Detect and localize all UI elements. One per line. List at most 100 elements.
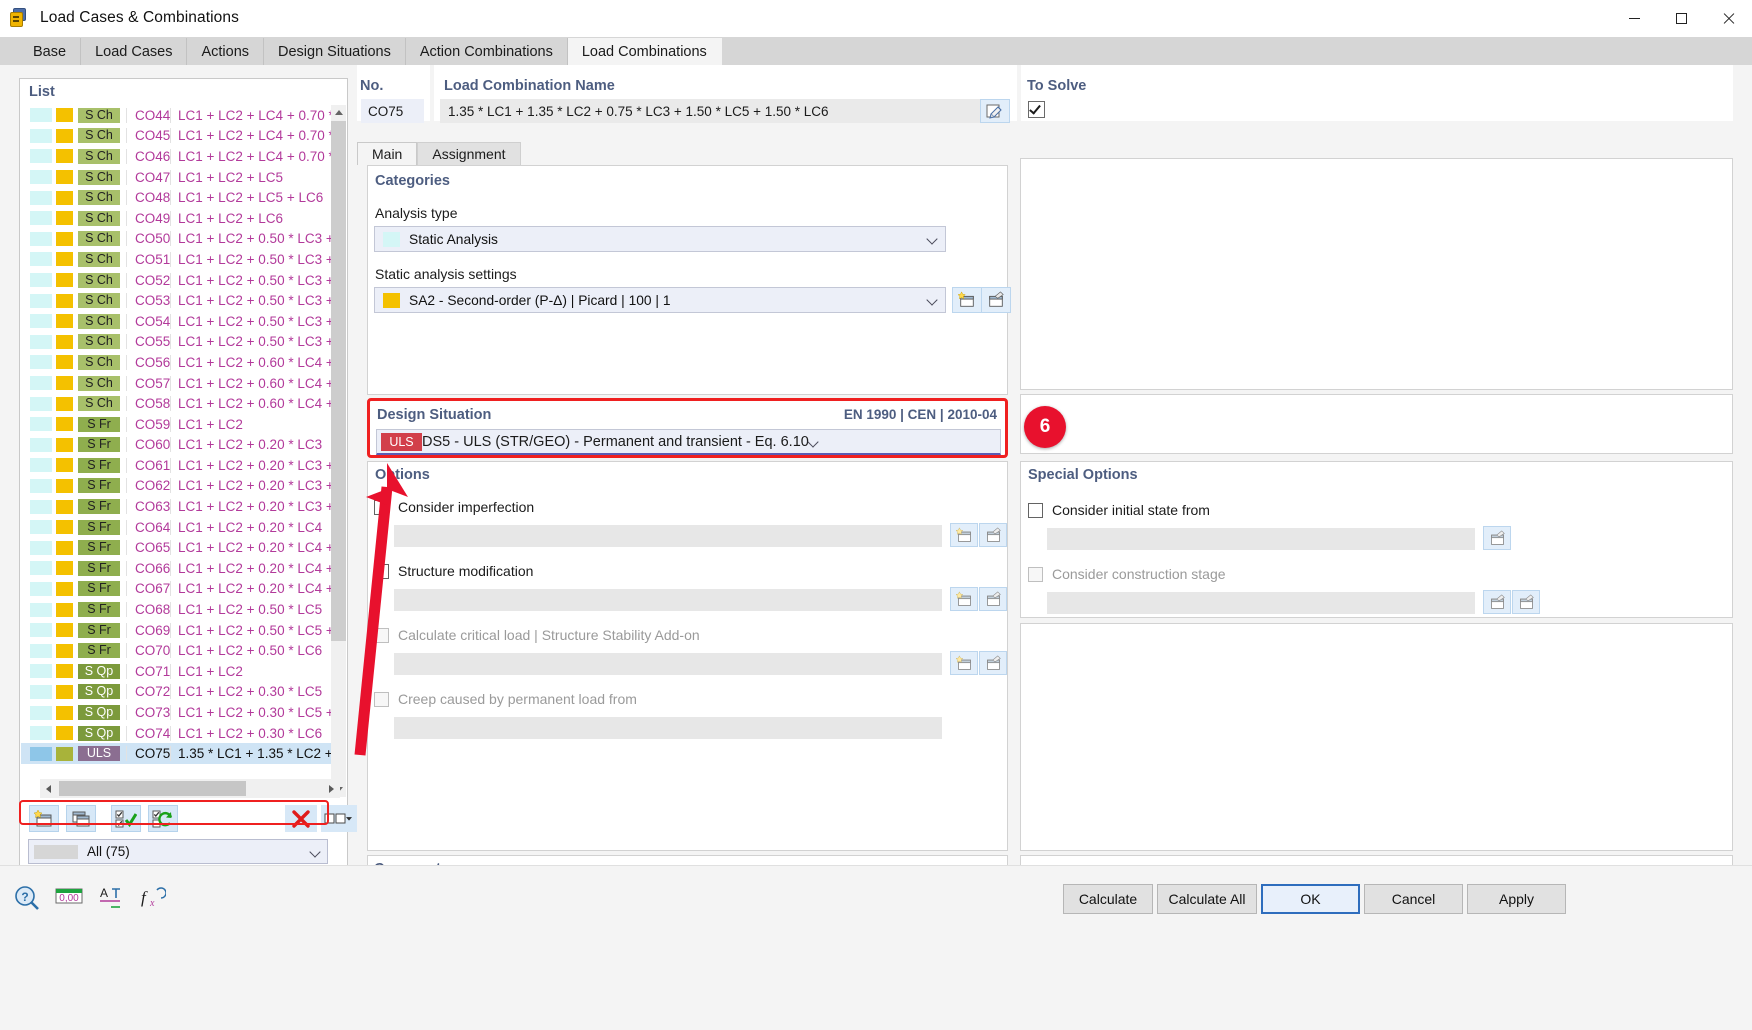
list-row-co73[interactable]: S Qp CO73LC1 + LC2 + 0.30 * LC5 + 0.30 * … — [21, 702, 332, 723]
special-option-browse-button[interactable] — [1512, 590, 1540, 614]
tab-actions[interactable]: Actions — [187, 38, 265, 65]
copy-combination-button[interactable] — [66, 805, 96, 832]
option-edit-button[interactable] — [979, 587, 1007, 611]
static-settings-dropdown[interactable]: SA2 - Second-order (P-Δ) | Picard | 100 … — [374, 287, 946, 313]
list-row-co61[interactable]: S Fr CO61LC1 + LC2 + 0.20 * LC3 + 0.30 * … — [21, 455, 332, 476]
list-row-co57[interactable]: S Ch CO57LC1 + LC2 + 0.60 * LC4 + LC5 + L… — [21, 373, 332, 394]
list-row-co64[interactable]: S Fr CO64 LC1 + LC2 + 0.20 * LC4 — [21, 517, 332, 538]
option-row-0[interactable]: Consider imperfection — [374, 499, 534, 515]
list-row-co69[interactable]: S Fr CO69LC1 + LC2 + 0.50 * LC5 + 0.50 * … — [21, 620, 332, 641]
list-row-co50[interactable]: S Ch CO50LC1 + LC2 + 0.50 * LC3 + LC5 — [21, 229, 332, 250]
list-row-co67[interactable]: S Fr CO67LC1 + LC2 + 0.20 * LC4 + 0.30 * … — [21, 579, 332, 600]
special-option-browse-button[interactable] — [1483, 526, 1511, 550]
new-combination-button[interactable] — [29, 805, 59, 832]
list-row-co54[interactable]: S Ch CO54LC1 + LC2 + 0.50 * LC3 + 0.60 * … — [21, 311, 332, 332]
view-mode-button[interactable] — [321, 805, 357, 832]
list-row-co52[interactable]: S Ch CO52LC1 + LC2 + 0.50 * LC3 + LC6 — [21, 270, 332, 291]
scroll-right-button[interactable] — [323, 779, 340, 798]
list-horizontal-scrollbar[interactable] — [40, 779, 340, 798]
units-icon[interactable]: 0,00 — [55, 883, 83, 911]
special-option-value-field[interactable] — [1047, 528, 1475, 550]
tab-design-situations[interactable]: Design Situations — [264, 38, 406, 65]
list-row-co58[interactable]: S Ch CO58LC1 + LC2 + 0.60 * LC4 + LC6 — [21, 393, 332, 414]
list-filter-dropdown[interactable]: All (75) — [28, 839, 328, 864]
footer-button-calculate-all[interactable]: Calculate All — [1157, 884, 1257, 914]
option-value-field[interactable] — [394, 717, 942, 739]
special-option-browse-button[interactable] — [1483, 590, 1511, 614]
footer-button-ok[interactable]: OK — [1261, 884, 1360, 914]
analysis-type-dropdown[interactable]: Static Analysis — [374, 226, 946, 252]
list-row-co49[interactable]: S Ch CO49 LC1 + LC2 + LC6 — [21, 208, 332, 229]
edit-static-settings-button[interactable] — [981, 287, 1011, 313]
load-combination-name-input[interactable]: 1.35 * LC1 + 1.35 * LC2 + 0.75 * LC3 + 1… — [440, 99, 983, 123]
option-edit-button[interactable] — [979, 523, 1007, 547]
new-static-settings-button[interactable] — [952, 287, 982, 313]
number-input[interactable]: CO75 — [361, 99, 424, 123]
list-row-co68[interactable]: S Fr CO68 LC1 + LC2 + 0.50 * LC5 — [21, 599, 332, 620]
option-new-button[interactable] — [950, 523, 978, 547]
tab-base[interactable]: Base — [19, 38, 82, 65]
maximize-button[interactable] — [1658, 0, 1705, 37]
tab-load-combinations[interactable]: Load Combinations — [567, 38, 722, 65]
list-row-co53[interactable]: S Ch CO53LC1 + LC2 + 0.50 * LC3 + 0.60 * … — [21, 290, 332, 311]
list-row-co66[interactable]: S Fr CO66LC1 + LC2 + 0.20 * LC4 + 0.30 * … — [21, 558, 332, 579]
special-option-row-1[interactable]: Consider construction stage — [1028, 566, 1226, 582]
tab-action-combinations[interactable]: Action Combinations — [405, 38, 568, 65]
formula-icon[interactable]: f x — [139, 883, 167, 911]
option-value-field[interactable] — [394, 653, 942, 675]
footer-button-calculate[interactable]: Calculate — [1063, 884, 1153, 914]
list-row-co62[interactable]: S Fr CO62LC1 + LC2 + 0.20 * LC3 + 0.30 * … — [21, 476, 332, 497]
option-row-2[interactable]: Calculate critical load | Structure Stab… — [374, 627, 700, 643]
footer-button-cancel[interactable]: Cancel — [1364, 884, 1463, 914]
footer-button-apply[interactable]: Apply — [1467, 884, 1566, 914]
delete-button[interactable] — [285, 805, 317, 832]
option-checkbox[interactable] — [374, 627, 389, 643]
vertical-scroll-thumb[interactable] — [331, 121, 346, 641]
help-icon[interactable]: ? — [13, 883, 41, 911]
option-new-button[interactable] — [950, 651, 978, 675]
list-row-co51[interactable]: S Ch CO51LC1 + LC2 + 0.50 * LC3 + LC5 + L… — [21, 249, 332, 270]
option-checkbox[interactable] — [374, 563, 389, 579]
list-row-co59[interactable]: S Fr CO59 LC1 + LC2 — [21, 414, 332, 435]
list-row-co56[interactable]: S Ch CO56LC1 + LC2 + 0.60 * LC4 + LC5 — [21, 352, 332, 373]
list-row-co47[interactable]: S Ch CO47 LC1 + LC2 + LC5 — [21, 167, 332, 188]
inner-tab-assignment[interactable]: Assignment — [417, 142, 521, 165]
list-row-co72[interactable]: S Qp CO72 LC1 + LC2 + 0.30 * LC5 — [21, 682, 332, 703]
list-row-co45[interactable]: S Ch CO45LC1 + LC2 + LC4 + 0.70 * LC5 + 0… — [21, 126, 332, 147]
option-checkbox[interactable] — [374, 499, 389, 515]
language-icon[interactable]: A — [97, 883, 125, 911]
invert-selection-button[interactable] — [148, 805, 178, 832]
list-row-co71[interactable]: S Qp CO71 LC1 + LC2 — [21, 661, 332, 682]
list-row-co74[interactable]: S Qp CO74 LC1 + LC2 + 0.30 * LC6 — [21, 723, 332, 744]
list-row-co46[interactable]: S Ch CO46LC1 + LC2 + LC4 + 0.70 * LC6 — [21, 146, 332, 167]
special-option-value-field[interactable] — [1047, 592, 1475, 614]
option-checkbox[interactable] — [374, 691, 389, 707]
special-option-row-0[interactable]: Consider initial state from — [1028, 502, 1210, 518]
list-row-co65[interactable]: S Fr CO65LC1 + LC2 + 0.20 * LC4 + 0.30 * … — [21, 537, 332, 558]
option-row-3[interactable]: Creep caused by permanent load from — [374, 691, 637, 707]
inner-tab-main[interactable]: Main — [357, 142, 418, 165]
option-value-field[interactable] — [394, 525, 942, 547]
list-row-co55[interactable]: S Ch CO55LC1 + LC2 + 0.50 * LC3 + 0.60 * … — [21, 332, 332, 353]
list-vertical-scrollbar[interactable] — [331, 105, 346, 797]
select-all-button[interactable] — [111, 805, 141, 832]
to-solve-checkbox[interactable] — [1028, 101, 1045, 118]
scroll-up-button[interactable] — [331, 105, 346, 120]
close-button[interactable] — [1705, 0, 1752, 37]
option-new-button[interactable] — [950, 587, 978, 611]
edit-name-button[interactable] — [980, 99, 1010, 123]
option-value-field[interactable] — [394, 589, 942, 611]
list-row-co48[interactable]: S Ch CO48 LC1 + LC2 + LC5 + LC6 — [21, 187, 332, 208]
horizontal-scroll-thumb[interactable] — [59, 781, 246, 796]
list-row-co44[interactable]: S Ch CO44LC1 + LC2 + LC4 + 0.70 * LC5 — [21, 105, 332, 126]
list-row-co63[interactable]: S Fr CO63LC1 + LC2 + 0.20 * LC3 + 0.30 * … — [21, 496, 332, 517]
special-option-checkbox[interactable] — [1028, 566, 1043, 582]
list-row-co75[interactable]: ULS CO751.35 * LC1 + 1.35 * LC2 + 0.75 * … — [21, 743, 332, 764]
tab-load-cases[interactable]: Load Cases — [81, 38, 188, 65]
special-option-checkbox[interactable] — [1028, 502, 1043, 518]
design-situation-dropdown[interactable]: ULS DS5 - ULS (STR/GEO) - Permanent and … — [376, 429, 1001, 455]
scroll-left-button[interactable] — [40, 779, 57, 798]
option-edit-button[interactable] — [979, 651, 1007, 675]
minimize-button[interactable] — [1611, 0, 1658, 37]
combinations-list[interactable]: S ChCO44LC1 + LC2 + LC4 + 0.70 * LC5S Ch… — [21, 105, 332, 770]
